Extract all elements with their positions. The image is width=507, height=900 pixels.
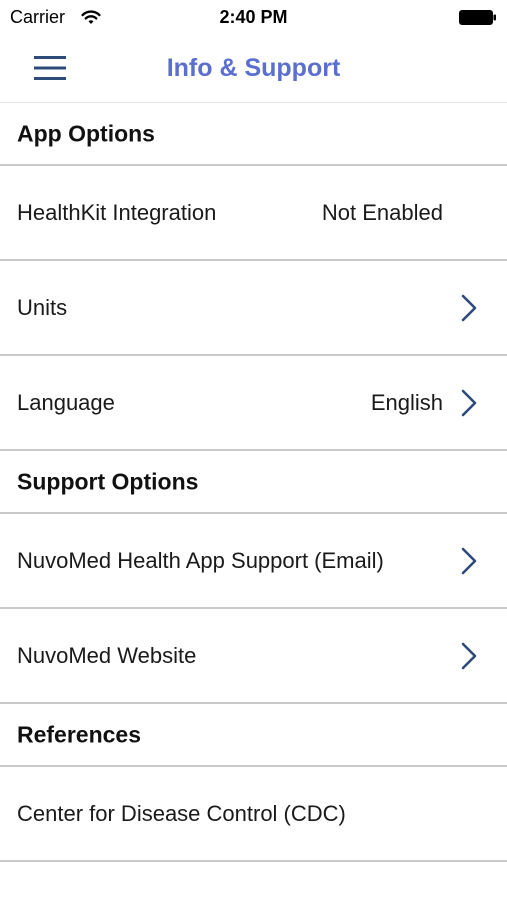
section-header-app-options: App Options xyxy=(0,103,507,166)
section-header-label: References xyxy=(17,721,142,747)
section-header-references: References xyxy=(0,704,507,767)
units-row[interactable]: Units xyxy=(0,261,507,356)
section-header-label: Support Options xyxy=(17,468,199,494)
battery-icon xyxy=(459,10,496,25)
email-support-row[interactable]: NuvoMed Health App Support (Email) xyxy=(0,514,507,609)
row-label: HealthKit Integration xyxy=(17,199,217,225)
row-label: NuvoMed Website xyxy=(17,642,197,668)
status-time: 2:40 PM xyxy=(219,7,288,27)
screen: Carrier 2:40 PM Info & Support App Optio… xyxy=(0,0,507,900)
row-label: Units xyxy=(17,294,68,320)
healthkit-integration-row[interactable]: HealthKit Integration Not Enabled xyxy=(0,166,507,261)
healthkit-status-value: Not Enabled xyxy=(321,199,443,225)
status-bar: Carrier 2:40 PM xyxy=(0,0,507,36)
website-row[interactable]: NuvoMed Website xyxy=(0,609,507,704)
language-value: English xyxy=(370,389,443,415)
chevron-right-icon xyxy=(461,547,477,574)
navigation-bar: Info & Support xyxy=(0,36,507,103)
cdc-row[interactable]: Center for Disease Control (CDC) xyxy=(0,767,507,862)
page-title: Info & Support xyxy=(166,54,341,82)
chevron-right-icon xyxy=(461,389,477,416)
row-label: Center for Disease Control (CDC) xyxy=(17,800,346,826)
section-header-label: App Options xyxy=(17,120,155,146)
chevron-right-icon xyxy=(461,294,477,321)
language-row[interactable]: Language English xyxy=(0,356,507,451)
section-header-support-options: Support Options xyxy=(0,451,507,514)
row-label: NuvoMed Health App Support (Email) xyxy=(17,547,384,573)
row-label: Language xyxy=(17,389,115,415)
chevron-right-icon xyxy=(461,642,477,669)
